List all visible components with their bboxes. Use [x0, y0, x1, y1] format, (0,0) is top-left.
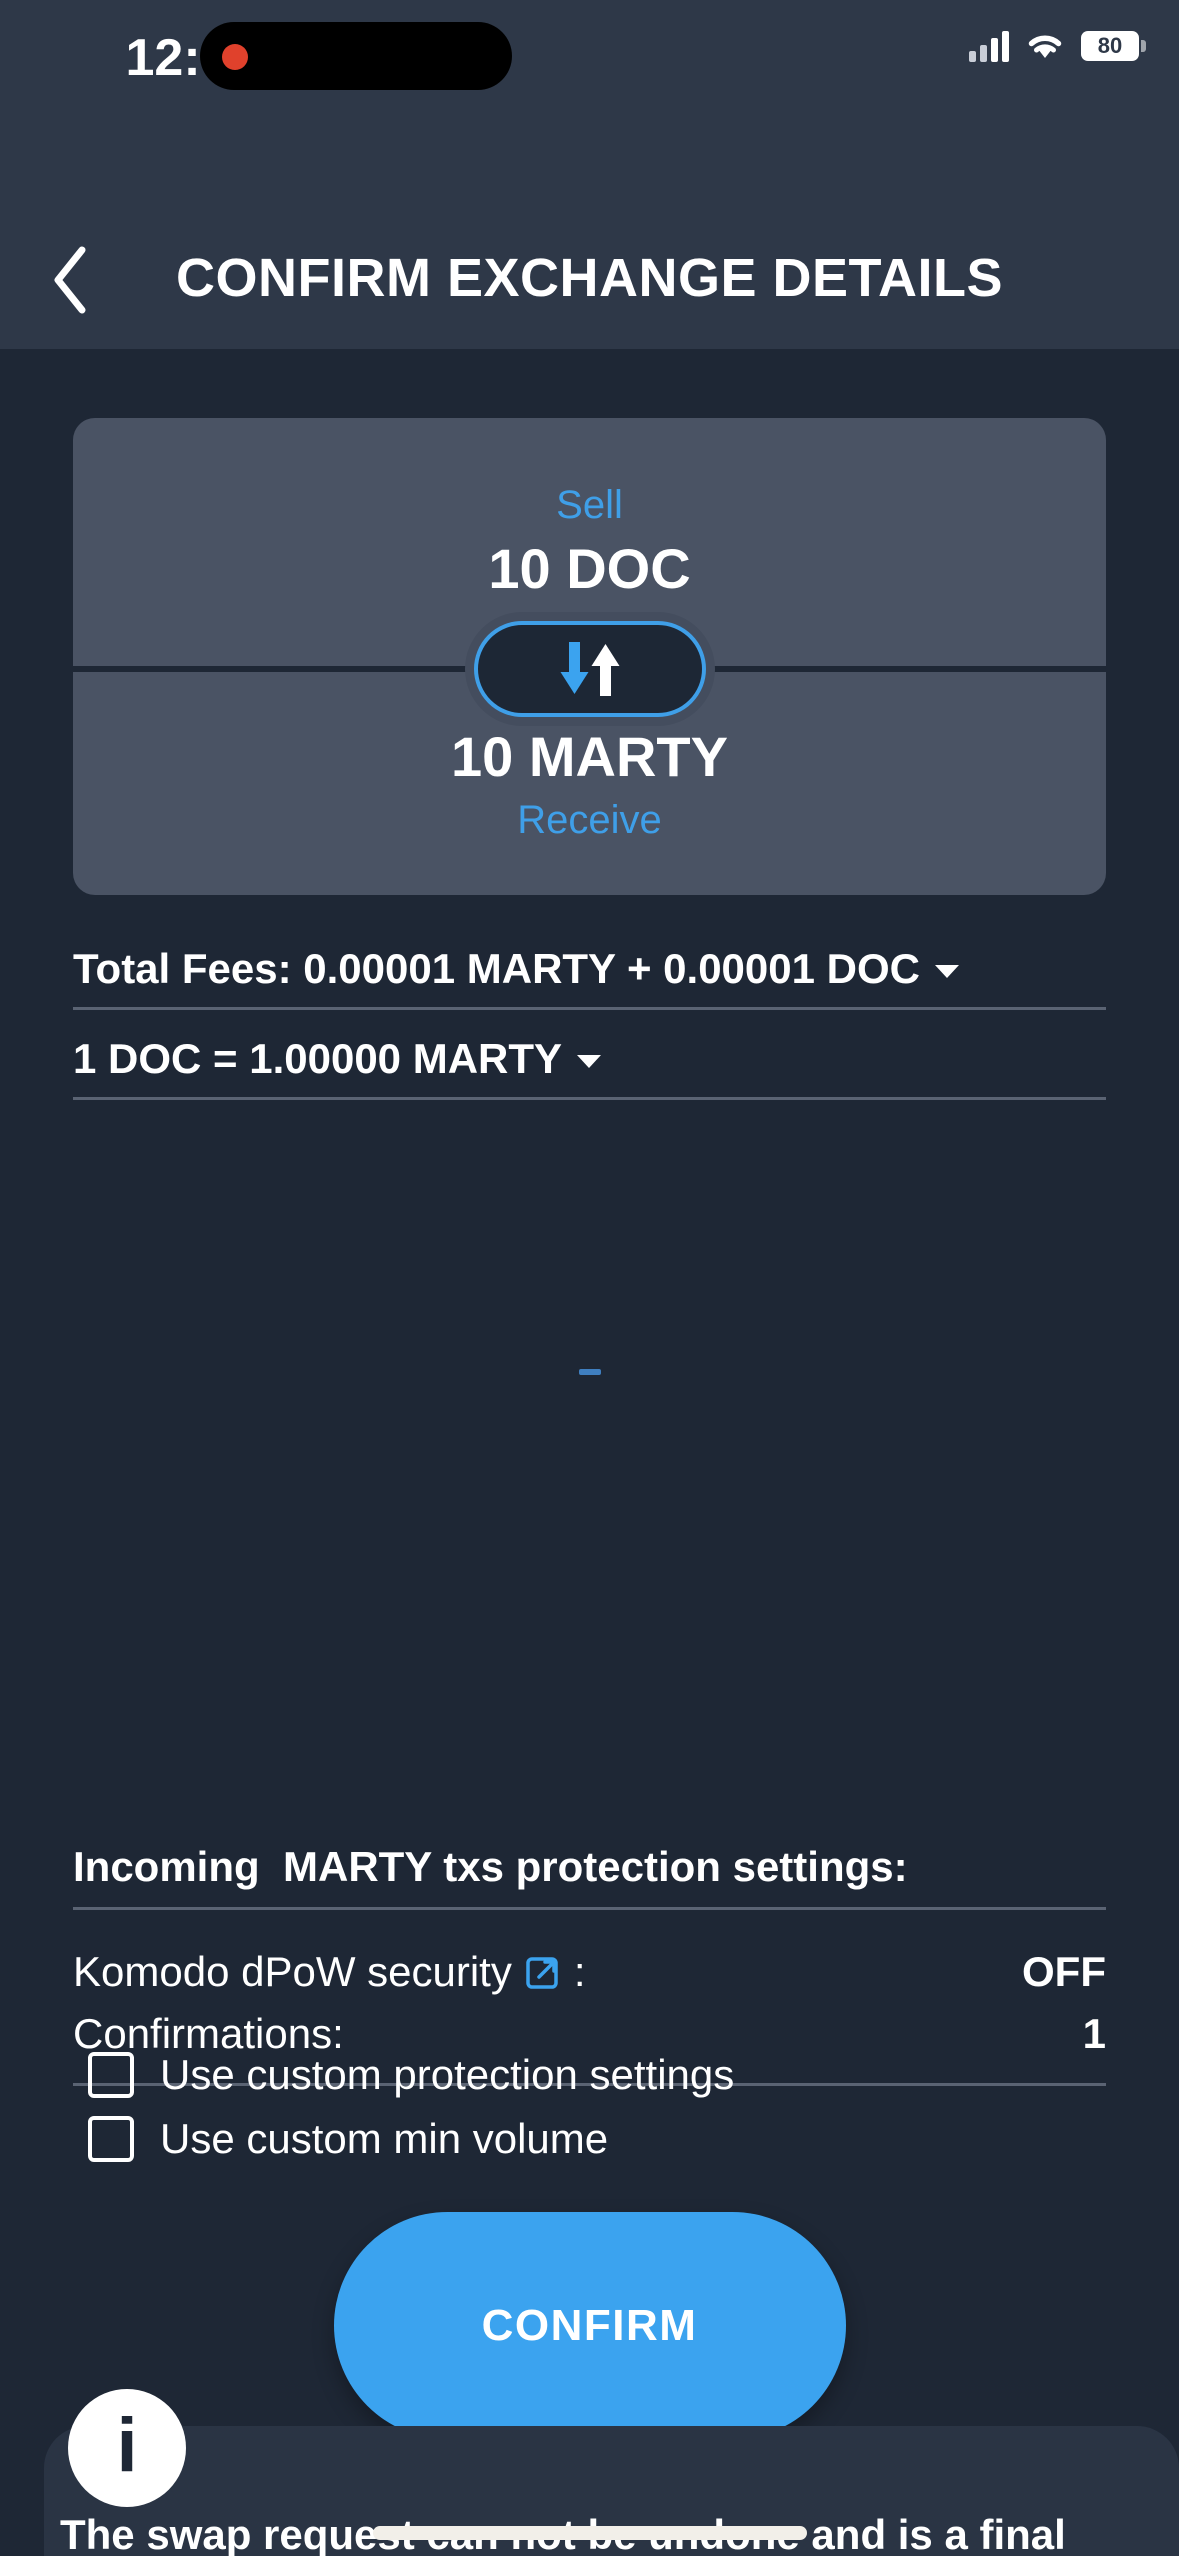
total-fees-text: Total Fees: 0.00001 MARTY + 0.00001 DOC	[73, 945, 920, 992]
confirm-button-label: CONFIRM	[481, 2300, 698, 2350]
status-bar-indicators: 80	[969, 30, 1146, 62]
page-title: CONFIRM EXCHANGE DETAILS	[175, 247, 1003, 308]
custom-protection-label: Use custom protection settings	[160, 2051, 735, 2098]
status-bar: 12:01 80	[0, 0, 1179, 212]
dpow-security-colon: :	[573, 1948, 586, 1995]
protection-settings-title: Incoming MARTY txs protection settings:	[73, 1843, 908, 1890]
wifi-icon	[1025, 31, 1065, 61]
chevron-down-icon[interactable]	[934, 963, 960, 979]
separator-dash	[578, 1369, 601, 1375]
battery-percent: 80	[1097, 33, 1123, 58]
dpow-security-key-text: Komodo dPoW security	[73, 1948, 512, 1995]
custom-protection-checkbox[interactable]	[88, 2052, 134, 2098]
exchange-rate-row[interactable]: 1 DOC = 1.00000 MARTY	[73, 1035, 1106, 1101]
custom-protection-checkbox-row[interactable]: Use custom protection settings	[88, 2051, 734, 2099]
protection-settings-header: Incoming MARTY txs protection settings:	[73, 1843, 1106, 1910]
swap-direction-toggle[interactable]	[473, 621, 706, 717]
receive-amount: 10 MARTY	[451, 725, 728, 789]
cellular-signal-icon	[969, 30, 1009, 62]
app-screen: 12:01 80 CONFIRM EXCHANGE DETAILS Sell 1…	[0, 0, 1179, 2556]
custom-min-volume-label: Use custom min volume	[160, 2115, 609, 2162]
swap-summary-card: Sell 10 DOC 10 MARTY Receive	[73, 418, 1106, 895]
sell-label: Sell	[556, 482, 623, 527]
custom-min-volume-checkbox[interactable]	[88, 2116, 134, 2162]
home-indicator[interactable]	[372, 2526, 807, 2540]
info-icon-glyph: i	[116, 2403, 138, 2488]
page-body: Sell 10 DOC 10 MARTY Receive Total Fees:…	[0, 349, 1179, 2556]
dpow-security-label: Komodo dPoW security :	[73, 1948, 586, 1996]
confirmations-value: 1	[1082, 2010, 1106, 2057]
dpow-security-row: Komodo dPoW security : OFF	[73, 1941, 1106, 2003]
exchange-rate-text: 1 DOC = 1.00000 MARTY	[73, 1035, 563, 1082]
custom-min-volume-checkbox-row[interactable]: Use custom min volume	[88, 2115, 608, 2163]
app-header: CONFIRM EXCHANGE DETAILS	[0, 212, 1179, 349]
info-icon: i	[68, 2389, 186, 2507]
recording-dot-icon	[222, 44, 248, 70]
swap-vertical-arrows-icon	[560, 642, 619, 696]
battery-icon: 80	[1081, 31, 1146, 61]
total-fees-row[interactable]: Total Fees: 0.00001 MARTY + 0.00001 DOC	[73, 945, 1106, 1011]
external-link-icon[interactable]	[524, 1952, 564, 1992]
receive-label: Receive	[517, 797, 662, 842]
chevron-down-icon[interactable]	[576, 1053, 602, 1069]
sell-amount: 10 DOC	[488, 537, 691, 600]
dpow-security-value: OFF	[1022, 1948, 1106, 1995]
confirm-button[interactable]: CONFIRM	[333, 2212, 846, 2439]
